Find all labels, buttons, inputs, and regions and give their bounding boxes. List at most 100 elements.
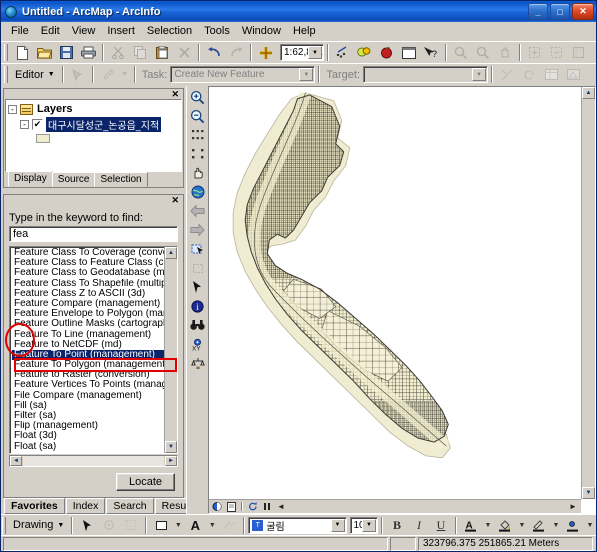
identify-icon[interactable]: i [188, 297, 208, 315]
list-item[interactable]: File Compare (management) [12, 391, 164, 401]
map-scroll-left-icon[interactable]: ◄ [275, 501, 287, 512]
scroll-up-icon[interactable]: ▲ [165, 247, 177, 259]
list-item[interactable]: Feature Outline Masks (cartography) [12, 319, 164, 329]
list-item[interactable]: Float (sa) [12, 442, 164, 452]
list-item[interactable]: Flip (management) [12, 421, 164, 431]
scroll-left-icon[interactable]: ◄ [10, 456, 22, 466]
chevron-down-icon[interactable]: ▼ [362, 518, 376, 532]
list-item[interactable]: Feature Envelope to Polygon (management) [12, 309, 164, 319]
list-item[interactable]: Feature To Polygon (management) [12, 360, 164, 370]
tab-index[interactable]: Index [65, 498, 106, 514]
expander-icon[interactable]: - [8, 104, 17, 114]
bold-button[interactable]: B [386, 515, 408, 535]
layer-symbol-swatch[interactable] [36, 134, 50, 143]
rectangle-dropdown-icon[interactable]: ▼ [172, 515, 184, 535]
map-data-frame[interactable]: ▲ ▼ ◄ ► [208, 86, 596, 514]
toc-close-icon[interactable]: ✕ [169, 89, 181, 98]
paste-button[interactable] [151, 43, 173, 63]
select-elements-arrow-icon[interactable] [188, 278, 208, 296]
save-document-button[interactable] [55, 43, 77, 63]
list-item[interactable]: Feature to Raster (conversion) [12, 370, 164, 380]
list-item[interactable]: Feature Class to Geodatabase (multiple) … [12, 268, 164, 278]
minimize-button[interactable]: _ [528, 3, 548, 20]
maximize-button[interactable]: □ [550, 3, 570, 20]
keyword-input[interactable]: fea [9, 226, 178, 242]
editor-menu-button[interactable]: Editor ▼ [11, 69, 59, 81]
next-extent-icon[interactable] [188, 221, 208, 239]
editor-toolbar-grip[interactable] [4, 66, 8, 83]
full-extent-globe-icon[interactable] [188, 183, 208, 201]
close-button[interactable]: ✕ [572, 3, 594, 20]
toc-layer-row[interactable]: - ✔ 대구시달성군_논공읍_지적 [8, 117, 179, 132]
text-dropdown-icon[interactable]: ▼ [206, 515, 218, 535]
map-tips-button[interactable] [354, 43, 376, 63]
list-item[interactable]: Float (3d) [12, 431, 164, 441]
map-scroll-up-icon[interactable]: ▲ [582, 87, 595, 99]
editor-toolbar-button[interactable] [332, 43, 354, 63]
pause-drawing-icon[interactable] [261, 501, 273, 512]
results-vertical-scrollbar[interactable]: ▲ ▼ [164, 247, 177, 453]
add-data-button[interactable] [255, 43, 277, 63]
layer-visibility-checkbox[interactable]: ✔ [32, 119, 43, 130]
show-hide-toc-button[interactable] [398, 43, 420, 63]
toc-tab-selection[interactable]: Selection [94, 172, 148, 187]
map-scale-combo[interactable]: 1:62,861 ▼ [280, 44, 324, 61]
locate-button[interactable]: Locate [115, 473, 175, 491]
menu-edit[interactable]: Edit [35, 23, 66, 39]
expander-icon[interactable]: - [20, 120, 29, 129]
draw-toolbar-grip[interactable] [2, 516, 6, 534]
clear-selection-icon[interactable] [188, 259, 208, 277]
map-canvas[interactable] [209, 87, 581, 499]
list-item[interactable]: Fill (sa) [12, 401, 164, 411]
font-size-combo[interactable]: 10 ▼ [349, 516, 378, 534]
whats-this-help-button[interactable]: ? [420, 43, 442, 63]
list-item[interactable]: Feature Vertices To Points (management) [12, 380, 164, 390]
select-features-icon[interactable] [188, 240, 208, 258]
previous-extent-icon[interactable] [188, 202, 208, 220]
list-item[interactable]: Feature Class To Coverage (conversion) [12, 248, 164, 258]
fill-color-icon[interactable] [494, 515, 516, 535]
new-document-button[interactable] [11, 43, 33, 63]
toolbar-grip[interactable] [4, 44, 8, 61]
list-item[interactable]: Feature Class to Feature Class (conversi… [12, 258, 164, 268]
list-item[interactable]: Feature To Line (management) [12, 330, 164, 340]
results-horizontal-scrollbar[interactable]: ◄ ► [9, 455, 178, 467]
refresh-view-icon[interactable] [247, 501, 259, 512]
font-color-icon[interactable]: A [460, 515, 482, 535]
toc-tab-source[interactable]: Source [51, 172, 96, 187]
line-color-icon[interactable] [528, 515, 550, 535]
new-rectangle-icon[interactable] [150, 515, 172, 535]
line-color-dropdown-icon[interactable]: ▼ [550, 515, 562, 535]
map-scroll-down-icon[interactable]: ▼ [582, 487, 595, 499]
menu-tools[interactable]: Tools [198, 23, 236, 39]
font-name-combo[interactable]: T 굴림 ▼ [248, 516, 347, 534]
marker-color-icon[interactable] [562, 515, 584, 535]
drawing-menu-button[interactable]: Drawing ▼ [9, 519, 68, 531]
scroll-down-icon[interactable]: ▼ [165, 441, 177, 453]
list-item[interactable]: Feature to NetCDF (md) [12, 340, 164, 350]
chevron-down-icon[interactable]: ▼ [330, 518, 345, 532]
select-elements-icon[interactable] [76, 515, 98, 535]
zoom-in-icon[interactable] [188, 88, 208, 106]
font-color-dropdown-icon[interactable]: ▼ [482, 515, 494, 535]
menu-selection[interactable]: Selection [141, 23, 198, 39]
new-text-icon[interactable]: A [184, 515, 206, 535]
menu-insert[interactable]: Insert [101, 23, 141, 39]
marker-color-dropdown-icon[interactable]: ▼ [584, 515, 596, 535]
tab-favorites[interactable]: Favorites [4, 498, 65, 514]
toc-tab-display[interactable]: Display [8, 171, 53, 187]
search-panel-close-icon[interactable]: ✕ [169, 195, 181, 204]
menu-window[interactable]: Window [236, 23, 287, 39]
layout-view-icon[interactable] [225, 501, 237, 512]
zoom-out-icon[interactable] [188, 107, 208, 125]
map-vertical-scrollbar[interactable]: ▲ ▼ [581, 87, 595, 499]
underline-button[interactable]: U [430, 515, 452, 535]
fill-color-dropdown-icon[interactable]: ▼ [516, 515, 528, 535]
open-document-button[interactable] [33, 43, 55, 63]
menu-help[interactable]: Help [287, 23, 322, 39]
list-item[interactable]: Feature Class To Shapefile (multiple) (c… [12, 279, 164, 289]
hscroll-thumb[interactable] [23, 456, 164, 466]
tab-search[interactable]: Search [106, 498, 154, 514]
data-view-icon[interactable] [211, 501, 223, 512]
menu-view[interactable]: View [66, 23, 102, 39]
